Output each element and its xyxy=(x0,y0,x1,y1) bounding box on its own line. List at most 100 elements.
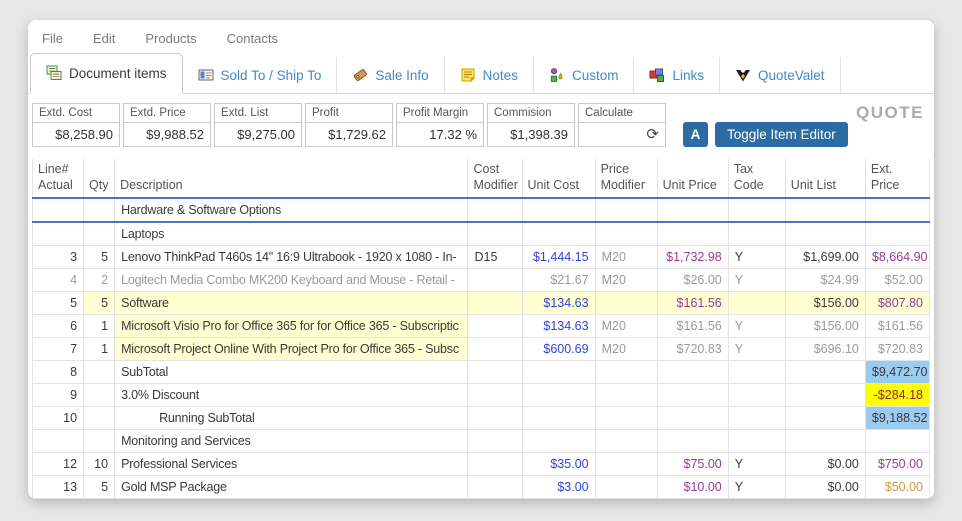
cell-unit_cost[interactable]: $1,444.15 xyxy=(522,245,596,269)
cell-unit_list[interactable]: $696.10 xyxy=(785,337,866,361)
cell-ext_price[interactable]: $52.00 xyxy=(865,268,931,292)
cell-unit_cost[interactable] xyxy=(522,197,596,223)
cell-cost_mod[interactable] xyxy=(467,452,523,476)
cell-cost_mod[interactable] xyxy=(467,429,523,453)
a-button[interactable]: A xyxy=(683,122,708,147)
cell-desc[interactable]: Running SubTotal xyxy=(114,406,469,430)
cell-desc[interactable]: 3.0% Discount xyxy=(114,383,469,407)
cell-tax[interactable]: Y xyxy=(728,452,786,476)
cell-cost_mod[interactable] xyxy=(467,337,523,361)
cell-qty[interactable] xyxy=(83,221,116,246)
tab-custom[interactable]: Custom xyxy=(534,57,635,93)
cell-line[interactable]: 9 xyxy=(31,383,85,407)
cell-ext_price[interactable]: -$284.18 xyxy=(865,383,931,407)
cell-line[interactable]: 13 xyxy=(31,475,85,499)
cell-ext_price[interactable]: $161.56 xyxy=(865,314,931,338)
cell-line[interactable]: 6 xyxy=(31,314,85,338)
cell-unit_list[interactable] xyxy=(785,406,866,430)
cell-qty[interactable]: 2 xyxy=(83,268,116,292)
cell-ext_price[interactable]: $8,664.90 xyxy=(865,245,931,269)
cell-price_mod[interactable]: M20 xyxy=(595,337,658,361)
cell-unit_price[interactable]: $1,732.98 xyxy=(657,245,729,269)
cell-line[interactable]: 3 xyxy=(31,245,85,269)
tab-notes[interactable]: Notes xyxy=(445,57,534,93)
menu-item-file[interactable]: File xyxy=(42,31,63,46)
cell-price_mod[interactable] xyxy=(595,406,658,430)
cell-desc[interactable]: Lenovo ThinkPad T460s 14" 16:9 Ultrabook… xyxy=(114,245,469,269)
cell-qty[interactable] xyxy=(83,406,116,430)
cell-price_mod[interactable] xyxy=(595,383,658,407)
cell-price_mod[interactable] xyxy=(595,429,658,453)
cell-unit_list[interactable] xyxy=(785,221,866,246)
cell-unit_cost[interactable] xyxy=(522,221,596,246)
cell-desc[interactable]: Gold MSP Package xyxy=(114,475,469,499)
cell-unit_price[interactable]: $161.56 xyxy=(657,291,729,315)
cell-line[interactable]: 5 xyxy=(31,291,85,315)
cell-line[interactable] xyxy=(31,197,85,223)
cell-cost_mod[interactable] xyxy=(467,314,523,338)
cell-unit_list[interactable] xyxy=(785,383,866,407)
cell-ext_price[interactable]: $720.83 xyxy=(865,337,931,361)
cell-line[interactable] xyxy=(31,429,85,453)
cell-ext_price[interactable]: $750.00 xyxy=(865,452,931,476)
cell-qty[interactable] xyxy=(83,360,116,384)
cell-price_mod[interactable] xyxy=(595,291,658,315)
cell-unit_cost[interactable] xyxy=(522,360,596,384)
cell-desc[interactable]: Professional Services xyxy=(114,452,469,476)
cell-ext_price[interactable]: $9,188.52 xyxy=(865,406,931,430)
cell-unit_price[interactable] xyxy=(657,197,729,223)
cell-qty[interactable]: 10 xyxy=(83,452,116,476)
cell-cost_mod[interactable] xyxy=(467,291,523,315)
tab-links[interactable]: Links xyxy=(634,57,720,93)
menu-item-contacts[interactable]: Contacts xyxy=(227,31,278,46)
cell-unit_list[interactable] xyxy=(785,429,866,453)
cell-unit_price[interactable]: $161.56 xyxy=(657,314,729,338)
cell-unit_cost[interactable] xyxy=(522,406,596,430)
cell-qty[interactable] xyxy=(83,429,116,453)
cell-unit_cost[interactable]: $134.63 xyxy=(522,314,596,338)
cell-line[interactable]: 7 xyxy=(31,337,85,361)
cell-cost_mod[interactable] xyxy=(467,360,523,384)
cell-line[interactable] xyxy=(31,221,85,246)
cell-cost_mod[interactable] xyxy=(467,475,523,499)
cell-cost_mod[interactable] xyxy=(467,268,523,292)
cell-tax[interactable] xyxy=(728,383,786,407)
cell-unit_list[interactable]: $156.00 xyxy=(785,291,866,315)
cell-line[interactable]: 10 xyxy=(31,406,85,430)
cell-unit_price[interactable] xyxy=(657,406,729,430)
cell-ext_price[interactable]: $50.00 xyxy=(865,475,931,499)
cell-ext_price[interactable]: $807.80 xyxy=(865,291,931,315)
tab-sold-to-ship-to[interactable]: Sold To / Ship To xyxy=(183,57,338,93)
cell-unit_price[interactable] xyxy=(657,360,729,384)
cell-desc[interactable]: Microsoft Visio Pro for Office 365 for f… xyxy=(114,314,469,338)
cell-desc[interactable]: Microsoft Project Online With Project Pr… xyxy=(114,337,469,361)
cell-qty[interactable] xyxy=(83,197,116,223)
cell-unit_price[interactable]: $10.00 xyxy=(657,475,729,499)
cell-desc[interactable]: Logitech Media Combo MK200 Keyboard and … xyxy=(114,268,469,292)
cell-tax[interactable] xyxy=(728,221,786,246)
tab-sale-info[interactable]: Sale Info xyxy=(337,57,445,93)
cell-price_mod[interactable]: M20 xyxy=(595,314,658,338)
cell-unit_cost[interactable]: $21.67 xyxy=(522,268,596,292)
cell-qty[interactable]: 5 xyxy=(83,291,116,315)
cell-price_mod[interactable]: M20 xyxy=(595,268,658,292)
cell-cost_mod[interactable]: D15 xyxy=(467,245,523,269)
cell-unit_cost[interactable]: $600.69 xyxy=(522,337,596,361)
cell-ext_price[interactable] xyxy=(865,197,931,223)
cell-unit_cost[interactable] xyxy=(522,383,596,407)
cell-tax[interactable]: Y xyxy=(728,475,786,499)
cell-tax[interactable] xyxy=(728,429,786,453)
cell-cost_mod[interactable] xyxy=(467,221,523,246)
cell-desc[interactable]: SubTotal xyxy=(114,360,469,384)
cell-qty[interactable]: 1 xyxy=(83,314,116,338)
cell-unit_price[interactable]: $75.00 xyxy=(657,452,729,476)
menu-item-edit[interactable]: Edit xyxy=(93,31,115,46)
cell-tax[interactable]: Y xyxy=(728,268,786,292)
cell-unit_list[interactable]: $0.00 xyxy=(785,475,866,499)
cell-price_mod[interactable] xyxy=(595,197,658,223)
cell-unit_cost[interactable]: $3.00 xyxy=(522,475,596,499)
tab-quotevalet[interactable]: QuoteValet xyxy=(720,57,841,93)
cell-unit_list[interactable]: $156.00 xyxy=(785,314,866,338)
cell-unit_price[interactable]: $26.00 xyxy=(657,268,729,292)
refresh-icon[interactable]: ⟳ xyxy=(646,127,659,142)
